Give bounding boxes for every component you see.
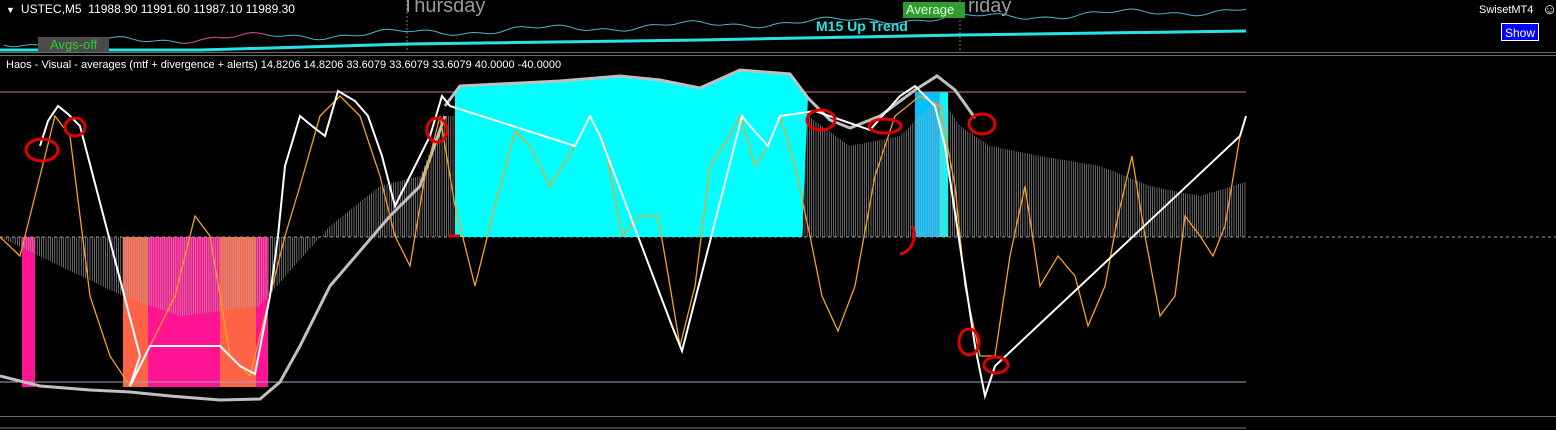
upper-envelope-fill [455, 70, 808, 237]
trend-band-down [123, 237, 148, 387]
bottom-indicator-chart [0, 427, 1246, 429]
indicator-chart [0, 68, 1556, 402]
ea-smiley-icon: ☺ [1542, 1, 1556, 18]
ohlc-values: 11988.90 11991.60 11987.10 11989.30 [88, 2, 295, 16]
bottom-indicator-pane[interactable] [0, 419, 1556, 430]
markup-circle [957, 327, 981, 357]
day-label-thursday: Thursday [402, 0, 486, 17]
symbol-name: USTEC,M5 [20, 2, 82, 16]
avgs-off-button[interactable]: Avgs-off [38, 37, 110, 52]
average-badge[interactable]: Average [903, 2, 965, 18]
indicator-pane[interactable]: Haos - Visual - averages (mtf + divergen… [0, 56, 1556, 416]
day-label-friday: riday [968, 0, 1012, 17]
markup-curve [899, 225, 916, 256]
indicator-title: Haos - Visual - averages (mtf + divergen… [6, 59, 562, 71]
trend-line [0, 29, 1247, 52]
ea-name-label: SwisetMT4 [1479, 4, 1534, 16]
trend-label: M15 Up Trend [816, 18, 908, 34]
dropdown-triangle-icon[interactable]: ▼ [6, 5, 15, 15]
markup-circle [967, 112, 997, 136]
price-chart-pane[interactable]: ▼ USTEC,M5 11988.90 11991.60 11987.10 119… [0, 0, 1556, 52]
show-button[interactable]: Show [1501, 23, 1539, 41]
trend-band-down [22, 237, 35, 387]
symbol-info[interactable]: ▼ USTEC,M5 11988.90 11991.60 11987.10 119… [6, 2, 295, 16]
price-line-down [180, 32, 269, 44]
